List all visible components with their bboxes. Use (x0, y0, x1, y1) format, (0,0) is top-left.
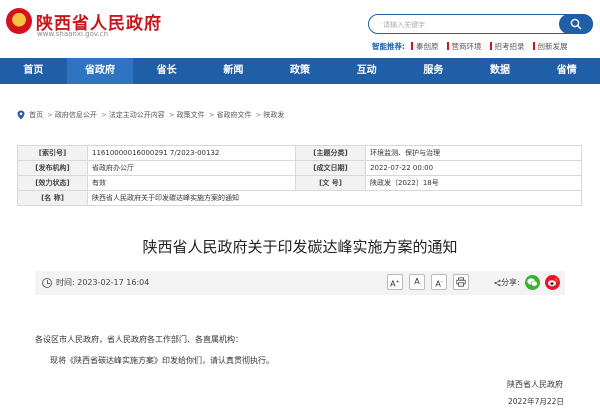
topic-label: [主题分类] (295, 145, 366, 161)
recommend-item[interactable]: 招考招录 (489, 41, 525, 52)
font-smaller-button[interactable]: A- (431, 274, 447, 290)
search-box (368, 14, 593, 34)
nav-item-news[interactable]: 新闻 (200, 58, 267, 84)
signature-org: 陕西省人民政府 (507, 380, 563, 389)
validity-label: [效力状态] (17, 175, 88, 191)
recommend-item[interactable]: 营商环境 (446, 41, 482, 52)
site-url: www.shaanxi.gov.cn (37, 30, 109, 38)
breadcrumb-item[interactable]: 陕政发 (263, 110, 284, 120)
article-body: 现将《陕西省碳达峰实施方案》印发给你们，请认真贯彻执行。 (50, 356, 274, 365)
issuer-label: [发布机构] (17, 160, 88, 176)
article-toolbar: 时间: 2023-02-17 16:04 A+ A A- 分享: (35, 271, 565, 295)
date-value: 2022-07-22 00:00 (365, 160, 582, 176)
wechat-share-button[interactable] (525, 275, 540, 290)
validity-value: 有效 (87, 175, 296, 191)
national-emblem-icon (6, 8, 32, 34)
signature-date: 2022年7月22日 (508, 397, 564, 406)
font-default-button[interactable]: A (409, 274, 425, 290)
breadcrumb-item[interactable]: 法定主动公开内容 (109, 110, 165, 120)
weibo-share-button[interactable] (545, 275, 560, 290)
issuer-value: 省政府办公厅 (87, 160, 296, 176)
search-button[interactable] (559, 14, 593, 34)
share-label: 分享: (501, 278, 520, 287)
breadcrumb-item[interactable]: 政府信息公开 (55, 110, 97, 120)
search-input[interactable] (383, 18, 553, 31)
nav-item-policy[interactable]: 政策 (267, 58, 334, 84)
recommend-label: 智能推荐: (372, 41, 405, 51)
article-title: 陕西省人民政府关于印发碳达峰实施方案的通知 (142, 238, 458, 256)
share-icon (494, 279, 501, 287)
index-label: [索引号] (17, 145, 88, 161)
nav-item-interaction[interactable]: 互动 (333, 58, 400, 84)
site-header: 陕西省人民政府 www.shaanxi.gov.cn 智能推荐: 秦创原 营商环… (0, 0, 600, 58)
nav-item-data[interactable]: 数据 (467, 58, 534, 84)
main-nav: 首页 省政府 省长 新闻 政策 互动 服务 数据 省情 (0, 58, 600, 84)
clock-icon (42, 278, 52, 288)
smart-recommend: 智能推荐: 秦创原 营商环境 招考招录 创新发展 (372, 40, 576, 52)
printer-icon (456, 277, 466, 287)
weibo-icon (548, 278, 558, 287)
date-label: [成文日期] (295, 160, 366, 176)
font-larger-button[interactable]: A+ (387, 274, 403, 290)
nav-item-province-info[interactable]: 省情 (533, 58, 600, 84)
breadcrumb-item[interactable]: 首页 (29, 110, 43, 120)
nav-item-governor[interactable]: 省长 (133, 58, 200, 84)
docno-value: 陕政发〔2022〕18号 (365, 175, 582, 191)
topic-value: 环境监测、保护与治理 (365, 145, 582, 161)
recommend-item[interactable]: 秦创原 (411, 41, 439, 52)
location-pin-icon (17, 110, 25, 120)
publish-time: 时间: 2023-02-17 16:04 (56, 278, 150, 287)
nav-item-home[interactable]: 首页 (0, 58, 67, 84)
docno-label: [文 号] (295, 175, 366, 191)
nav-item-province-gov[interactable]: 省政府 (66, 58, 134, 84)
index-value: 11610000016000291 7/2023-00132 (87, 145, 296, 161)
article-salutation: 各设区市人民政府，省人民政府各工作部门、各直属机构： (35, 335, 243, 344)
name-label: [名 称] (17, 190, 88, 206)
breadcrumb-item[interactable]: 省政府文件 (217, 110, 252, 120)
search-icon (570, 18, 582, 30)
wechat-icon (527, 278, 538, 287)
breadcrumb: 首页 > 政府信息公开 > 法定主动公开内容 > 政策文件 > 省政府文件 > 陕政发 (17, 110, 286, 120)
recommend-item[interactable]: 创新发展 (532, 41, 568, 52)
breadcrumb-item[interactable]: 政策文件 (177, 110, 205, 120)
nav-item-service[interactable]: 服务 (400, 58, 467, 84)
document-info-table: [索引号] 11610000016000291 7/2023-00132 [主题… (17, 145, 582, 206)
name-value: 陕西省人民政府关于印发碳达峰实施方案的通知 (87, 190, 582, 206)
print-button[interactable] (453, 274, 469, 290)
